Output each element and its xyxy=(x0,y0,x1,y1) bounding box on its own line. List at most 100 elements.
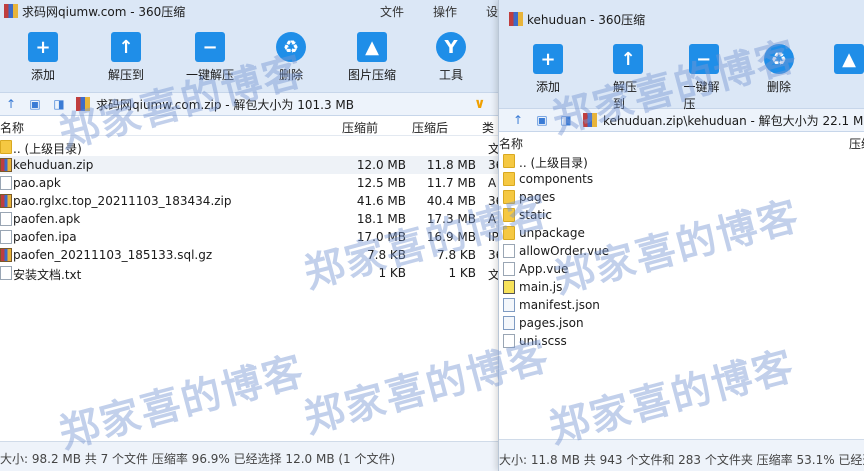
add-button[interactable]: + 添加 xyxy=(28,32,58,83)
one-click-extract-button[interactable]: − 一键解压 xyxy=(683,44,724,112)
list-item[interactable]: allowOrder.vue xyxy=(499,242,864,260)
folder-icon xyxy=(503,226,515,240)
table-row[interactable]: pao.rglxc.top_20211103_183434.zip 41.6 MB… xyxy=(0,192,500,210)
size-after: 16.9 MB xyxy=(426,230,476,244)
file-name: kehuduan.zip xyxy=(13,158,94,172)
list-item[interactable]: .. (上级目录) xyxy=(499,152,864,170)
archive-path: kehuduan.zip\kehuduan - 解包大小为 22.1 M xyxy=(603,113,864,128)
menu-operation[interactable]: 操作 xyxy=(433,3,457,20)
archive-window-main: 求码网qiumw.com - 360压缩 文件 操作 设 + 添加 ↑ 解压到 … xyxy=(0,0,500,471)
file-name: uni.scss xyxy=(519,334,567,348)
col-name[interactable]: 名称 xyxy=(0,119,24,136)
list-item[interactable]: manifest.json xyxy=(499,296,864,314)
status-bar: 大小: 98.2 MB 共 7 个文件 压缩率 96.9% 已经选择 12.0 … xyxy=(0,441,500,471)
size-after: 7.8 KB xyxy=(437,248,476,262)
size-before: 41.6 MB xyxy=(356,194,406,208)
col-before[interactable]: 压缩前 xyxy=(342,119,378,136)
one-click-extract-button[interactable]: − 一键解压 xyxy=(186,32,234,83)
image-compress-button[interactable]: ▲ 图片压缩 xyxy=(348,32,396,83)
zip-icon xyxy=(0,194,12,208)
image-compress-label: 图片压缩 xyxy=(348,68,397,82)
file-name: pages.json xyxy=(519,316,584,330)
file-icon xyxy=(0,266,12,280)
view-icon[interactable]: ▣ xyxy=(535,113,549,127)
table-row[interactable]: 安装文档.txt 1 KB 1 KB 文 xyxy=(0,264,500,282)
view-icon[interactable]: ▣ xyxy=(28,97,42,111)
title-bar: kehuduan - 360压缩 xyxy=(499,0,864,38)
status-text: 大小: 11.8 MB 共 943 个文件和 283 个文件夹 压缩率 53.1… xyxy=(499,453,864,467)
delete-label: 删除 xyxy=(766,80,791,94)
table-row[interactable]: kehuduan.zip12.0 MB11.8 MB36 xyxy=(0,156,500,174)
table-row[interactable]: paofen.ipa 17.0 MB 16.9 MB IP xyxy=(0,228,500,246)
file-name: pao.apk xyxy=(13,176,61,190)
tools-label: 工具 xyxy=(439,68,464,82)
col-type[interactable]: 类 xyxy=(482,119,494,136)
up-arrow-icon[interactable]: ↑ xyxy=(511,113,525,127)
dropdown-chevron-icon[interactable]: ∨ xyxy=(474,96,485,112)
file-name: paofen_20211103_185133.sql.gz xyxy=(13,248,213,262)
table-row[interactable]: .. (上级目录) 文 xyxy=(0,138,500,156)
up-arrow-icon[interactable]: ↑ xyxy=(4,97,18,111)
table-row[interactable]: pao.apk 12.5 MB 11.7 MB A xyxy=(0,174,500,192)
delete-button[interactable]: ♻ 删除 xyxy=(764,44,794,95)
list-item[interactable]: uni.scss xyxy=(499,332,864,350)
new-folder-icon[interactable]: ◨ xyxy=(52,97,66,111)
one-click-extract-label: 一键解压 xyxy=(683,80,720,111)
extract-to-label: 解压到 xyxy=(108,68,145,82)
file-list: .. (上级目录)文kehuduan.zip12.0 MB11.8 MB36 pa… xyxy=(0,136,500,282)
status-bar: 大小: 11.8 MB 共 943 个文件和 283 个文件夹 压缩率 53.1… xyxy=(499,439,864,471)
tools-button[interactable]: Y 工具 xyxy=(436,32,467,83)
extract-to-button[interactable]: ↑ 解压到 xyxy=(108,32,144,83)
file-name: components xyxy=(519,172,594,186)
file-name: paofen.apk xyxy=(13,212,81,226)
file-type: A xyxy=(488,176,497,190)
file-name: unpackage xyxy=(519,226,585,240)
size-before: 18.1 MB xyxy=(356,212,406,226)
zip-app-icon xyxy=(509,12,523,26)
folder-icon xyxy=(0,140,12,154)
menu-settings[interactable]: 设 xyxy=(486,3,498,20)
json-icon xyxy=(503,298,515,312)
list-item[interactable]: pages xyxy=(499,188,864,206)
new-folder-icon[interactable]: ◨ xyxy=(559,113,573,127)
list-item[interactable]: App.vue xyxy=(499,260,864,278)
file-list: .. (上级目录) components pages static unpackage a… xyxy=(499,152,864,350)
image-compress-button[interactable]: ▲ xyxy=(834,44,864,78)
table-row[interactable]: paofen_20211103_185133.sql.gz 7.8 KB 7.8 K… xyxy=(0,246,500,264)
recycle-icon: ♻ xyxy=(276,32,307,62)
size-after: 1 KB xyxy=(448,266,476,280)
window-title: kehuduan - 360压缩 xyxy=(527,12,646,27)
list-item[interactable]: components xyxy=(499,170,864,188)
table-row[interactable]: paofen.apk 18.1 MB 17.3 MB A xyxy=(0,210,500,228)
image-compress-icon: ▲ xyxy=(357,32,388,62)
apk-icon xyxy=(0,176,12,190)
extract-icon: ↑ xyxy=(613,44,644,74)
list-item[interactable]: pages.json xyxy=(499,314,864,332)
zip-app-icon xyxy=(4,4,18,18)
col-name[interactable]: 名称 xyxy=(499,135,523,152)
menu-file[interactable]: 文件 xyxy=(380,3,404,20)
recycle-icon: ♻ xyxy=(764,44,794,74)
status-text: 大小: 98.2 MB 共 7 个文件 压缩率 96.9% 已经选择 12.0 … xyxy=(0,452,396,466)
list-item[interactable]: static xyxy=(499,206,864,224)
toolbar: + 添加 ↑ 解压到 − 一键解压 ♻ 删除 ▲ xyxy=(499,38,864,111)
file-icon xyxy=(503,262,515,276)
size-before: 12.5 MB xyxy=(356,176,406,190)
extract-to-label: 解压到 xyxy=(613,80,638,111)
title-bar: 求码网qiumw.com - 360压缩 文件 操作 设 xyxy=(0,0,500,22)
file-name: allowOrder.vue xyxy=(519,244,610,258)
col-before[interactable]: 压缩 xyxy=(849,135,864,152)
size-after: 11.8 MB xyxy=(426,158,476,172)
file-type: A xyxy=(488,212,497,226)
list-item[interactable]: unpackage xyxy=(499,224,864,242)
file-name: .. (上级目录) xyxy=(13,142,82,156)
delete-button[interactable]: ♻ 删除 xyxy=(276,32,307,83)
list-item[interactable]: main.js xyxy=(499,278,864,296)
size-before: 1 KB xyxy=(378,266,406,280)
col-after[interactable]: 压缩后 xyxy=(412,119,448,136)
extract-to-button[interactable]: ↑ 解压到 xyxy=(613,44,644,112)
extract-icon: ↑ xyxy=(111,32,141,62)
file-name: paofen.ipa xyxy=(13,230,77,244)
file-icon xyxy=(503,244,515,258)
add-button[interactable]: + 添加 xyxy=(533,44,563,95)
